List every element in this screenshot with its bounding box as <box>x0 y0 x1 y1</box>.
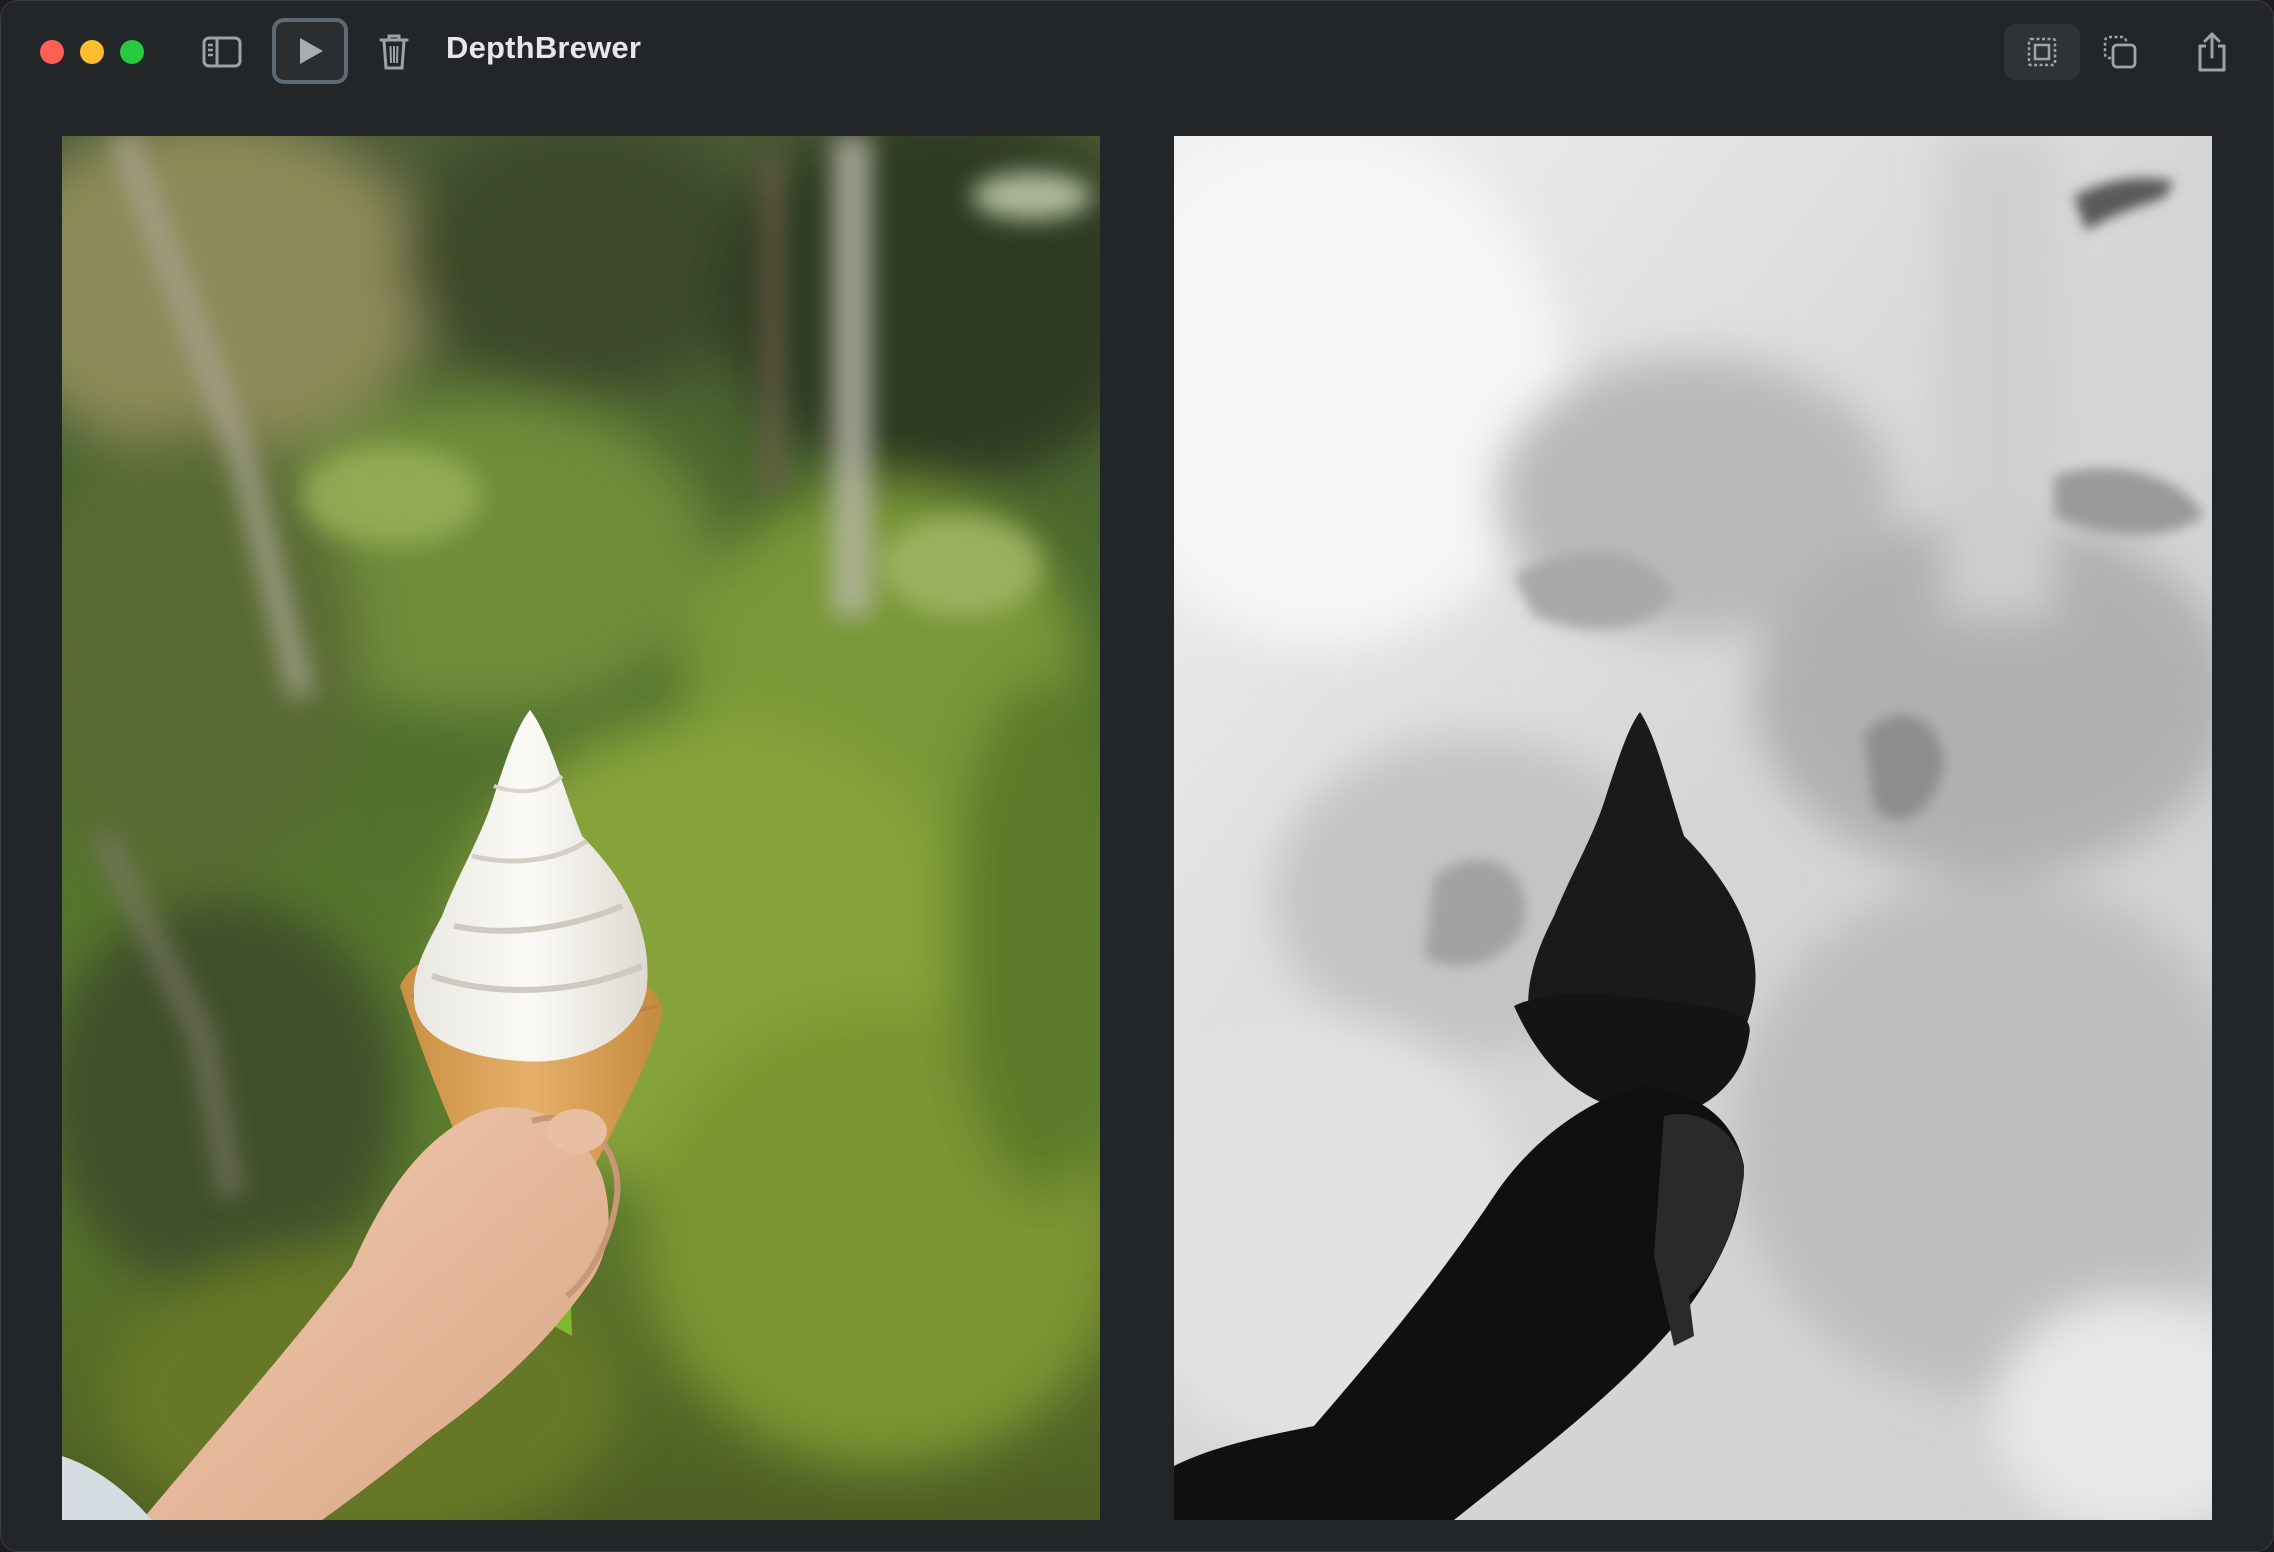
delete-button[interactable] <box>370 26 418 78</box>
sidebar-toggle-button[interactable] <box>196 26 248 78</box>
maximize-window-button[interactable] <box>120 40 144 64</box>
play-icon <box>300 38 323 64</box>
share-button[interactable] <box>2180 22 2244 82</box>
original-image-pane[interactable] <box>62 136 1100 1520</box>
frame-selection-icon <box>2027 37 2057 67</box>
sidebar-icon <box>202 36 242 68</box>
depth-map-grayscale <box>1174 136 2212 1520</box>
toolbar: DepthBrewer <box>0 0 2274 104</box>
trash-icon <box>379 34 409 70</box>
minimize-window-button[interactable] <box>80 40 104 64</box>
close-window-button[interactable] <box>40 40 64 64</box>
play-button[interactable] <box>272 18 348 84</box>
copy-icon <box>2103 35 2137 69</box>
duplicate-button[interactable] <box>2088 24 2152 80</box>
app-window: DepthBrewer <box>0 0 2274 1552</box>
photo-soft-serve-ice-cream-cone <box>62 136 1100 1520</box>
depth-map-pane[interactable] <box>1174 136 2212 1520</box>
window-title: DepthBrewer <box>446 30 642 65</box>
frame-button[interactable] <box>2004 24 2080 80</box>
share-icon <box>2198 32 2226 72</box>
